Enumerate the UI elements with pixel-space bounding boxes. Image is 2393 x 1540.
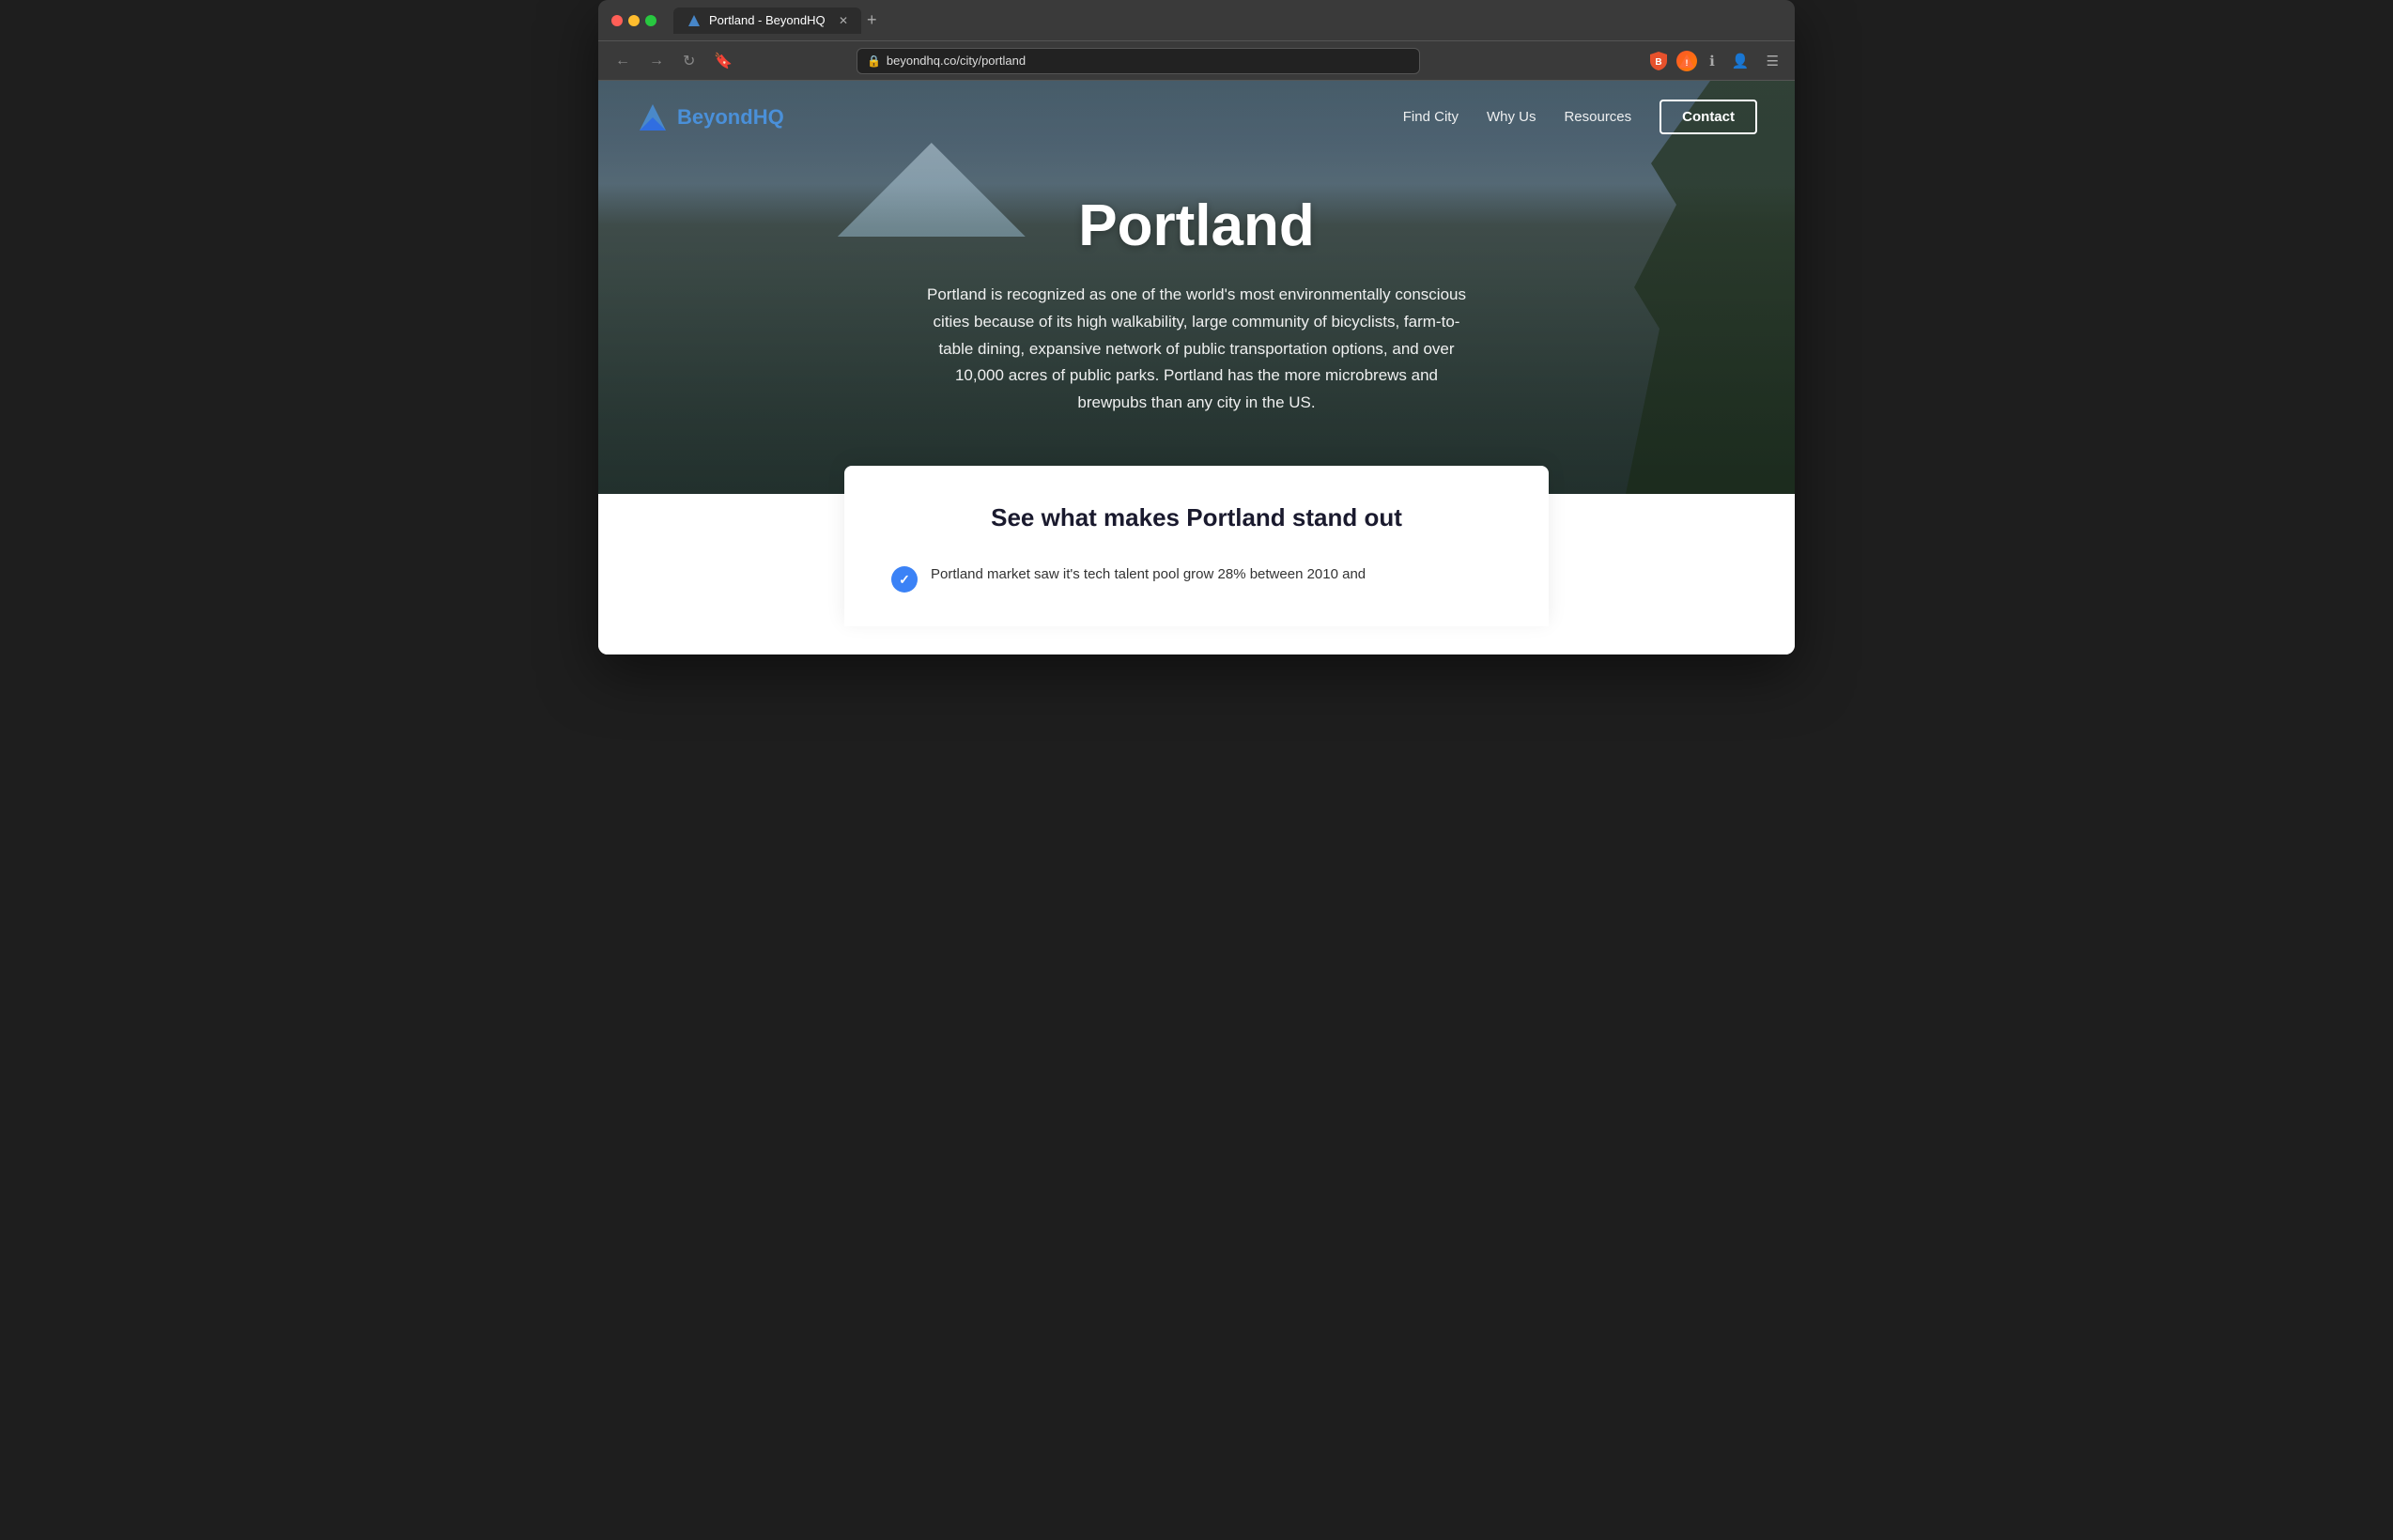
tab-bar: Portland - BeyondHQ ✕ +	[673, 8, 1782, 34]
url-text: beyondhq.co/city/portland	[887, 54, 1026, 68]
toolbar-right: B ! ℹ 👤 ☰	[1648, 50, 1783, 72]
minimize-button[interactable]	[628, 15, 640, 26]
logo[interactable]: BeyondHQ	[636, 100, 784, 134]
nav-links: Find City Why Us Resources Contact	[1403, 100, 1757, 134]
tab-title: Portland - BeyondHQ	[709, 13, 826, 27]
svg-text:B: B	[1656, 57, 1662, 68]
hero-description: Portland is recognized as one of the wor…	[924, 282, 1469, 417]
active-tab[interactable]: Portland - BeyondHQ ✕	[673, 8, 861, 34]
logo-text: BeyondHQ	[677, 105, 784, 130]
standout-heading: See what makes Portland stand out	[891, 503, 1502, 532]
svg-text:!: !	[1686, 58, 1689, 68]
contact-button[interactable]: Contact	[1660, 100, 1757, 134]
forward-button[interactable]: →	[643, 49, 670, 73]
white-section: See what makes Portland stand out Portla…	[598, 494, 1795, 654]
info-button[interactable]: ℹ	[1705, 50, 1720, 72]
feature-item: Portland market saw it's tech talent poo…	[891, 559, 1502, 598]
city-name: Portland	[1078, 192, 1314, 259]
feature-text: Portland market saw it's tech talent poo…	[931, 564, 1366, 586]
hero-section: BeyondHQ Find City Why Us Resources Cont…	[598, 81, 1795, 494]
new-tab-button[interactable]: +	[867, 10, 877, 30]
find-city-link[interactable]: Find City	[1403, 109, 1459, 125]
user-button[interactable]: 👤	[1727, 50, 1754, 72]
why-us-link[interactable]: Why Us	[1487, 109, 1536, 125]
tab-favicon	[687, 13, 702, 28]
maximize-button[interactable]	[645, 15, 656, 26]
close-button[interactable]	[611, 15, 623, 26]
logo-hq: HQ	[753, 105, 784, 129]
reload-button[interactable]: ↻	[677, 48, 701, 74]
browser-window: Portland - BeyondHQ ✕ + ← → ↻ 🔖 🔒 beyond…	[598, 0, 1795, 654]
bookmark-button[interactable]: 🔖	[708, 48, 738, 74]
hero-content: Portland Portland is recognized as one o…	[598, 153, 1795, 494]
brave-warning-icon[interactable]: !	[1676, 51, 1697, 71]
resources-link[interactable]: Resources	[1564, 109, 1631, 125]
traffic-lights	[611, 15, 656, 26]
browser-titlebar: Portland - BeyondHQ ✕ +	[598, 0, 1795, 41]
website-content: BeyondHQ Find City Why Us Resources Cont…	[598, 81, 1795, 654]
logo-beyond: Beyond	[677, 105, 753, 129]
menu-button[interactable]: ☰	[1762, 50, 1783, 72]
address-bar[interactable]: 🔒 beyondhq.co/city/portland	[857, 48, 1420, 74]
check-icon	[891, 566, 918, 593]
tab-close-icon[interactable]: ✕	[839, 14, 848, 27]
brave-shield-icon[interactable]: B	[1648, 51, 1669, 71]
site-nav: BeyondHQ Find City Why Us Resources Cont…	[598, 81, 1795, 153]
browser-toolbar: ← → ↻ 🔖 🔒 beyondhq.co/city/portland B ! …	[598, 41, 1795, 81]
lock-icon: 🔒	[867, 54, 881, 68]
back-button[interactable]: ←	[610, 49, 636, 73]
